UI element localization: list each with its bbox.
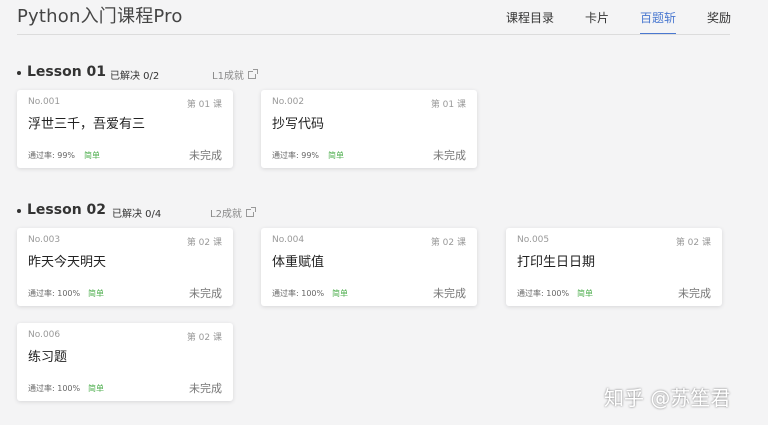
card-pass-rate: 通过率: 99% (28, 151, 76, 160)
card-pass-rate: 通过率: 100% (272, 289, 325, 298)
card-title: 体重赋值 (272, 255, 325, 270)
bullet-icon (17, 71, 21, 75)
card-number: No.003 (28, 235, 61, 245)
lesson-solved-count: 已解决 0/2 (110, 71, 160, 82)
problem-card-001[interactable]: No.001 第 01 课 浮世三千，吾爱有三 通过率: 99% 简单 未完成 (17, 90, 233, 168)
tab-hundred-problems[interactable]: 百题斩 (640, 10, 677, 35)
card-status: 未完成 (189, 287, 222, 300)
card-status: 未完成 (433, 149, 466, 162)
header-divider (17, 34, 730, 35)
card-lesson: 第 01 课 (186, 100, 222, 110)
card-difficulty: 简单 (88, 289, 104, 298)
external-link-icon (245, 207, 256, 217)
card-number: No.002 (272, 97, 305, 107)
watermark-text: 知乎 @苏笙君 (604, 386, 731, 410)
problem-card-003[interactable]: No.003 第 02 课 昨天今天明天 通过率: 100% 简单 未完成 (17, 228, 233, 306)
nav-tabs: 课程目录 卡片 百题斩 奖励 (0, 10, 768, 36)
card-title: 抄写代码 (272, 117, 325, 132)
bullet-icon (17, 209, 21, 213)
card-pass-rate: 通过率: 100% (28, 289, 81, 298)
card-status: 未完成 (189, 382, 222, 395)
tab-cards[interactable]: 卡片 (585, 10, 609, 35)
problem-card-006[interactable]: No.006 第 02 课 练习题 通过率: 100% 简单 未完成 (17, 323, 233, 401)
lesson-02-header: Lesson 02 已解决 0/4 L2成就 (17, 202, 317, 220)
card-number: No.005 (517, 235, 550, 245)
card-difficulty: 简单 (332, 289, 348, 298)
achievement-label: L1成就 (212, 71, 244, 82)
problem-card-002[interactable]: No.002 第 01 课 抄写代码 通过率: 99% 简单 未完成 (261, 90, 477, 168)
card-difficulty: 简单 (88, 384, 104, 393)
card-status: 未完成 (189, 149, 222, 162)
lesson-achievement-link[interactable]: L2成就 (210, 205, 256, 220)
problem-card-004[interactable]: No.004 第 02 课 体重赋值 通过率: 100% 简单 未完成 (261, 228, 477, 306)
card-lesson: 第 02 课 (430, 238, 466, 248)
card-pass-rate: 通过率: 100% (28, 384, 81, 393)
lesson-achievement-link[interactable]: L1成就 (212, 67, 258, 82)
tab-course-catalog[interactable]: 课程目录 (506, 10, 554, 35)
card-pass-rate: 通过率: 100% (517, 289, 570, 298)
lesson-title: Lesson 01 (27, 64, 107, 80)
tab-rewards[interactable]: 奖励 (707, 10, 731, 35)
external-link-icon (247, 69, 258, 79)
card-title: 打印生日日期 (517, 255, 596, 270)
card-difficulty: 简单 (577, 289, 593, 298)
lesson-solved-count: 已解决 0/4 (112, 209, 162, 220)
lesson-01-header: Lesson 01 已解决 0/2 L1成就 (17, 64, 317, 82)
card-lesson: 第 02 课 (675, 238, 711, 248)
card-difficulty: 简单 (328, 151, 344, 160)
card-pass-rate: 通过率: 99% (272, 151, 320, 160)
card-lesson: 第 02 课 (186, 238, 222, 248)
card-title: 昨天今天明天 (28, 255, 107, 270)
lesson-title: Lesson 02 (27, 202, 107, 218)
header: Python入门课程Pro 课程目录 卡片 百题斩 奖励 (0, 0, 768, 36)
card-lesson: 第 02 课 (186, 333, 222, 343)
card-number: No.006 (28, 330, 61, 340)
problem-card-005[interactable]: No.005 第 02 课 打印生日日期 通过率: 100% 简单 未完成 (506, 228, 722, 306)
card-difficulty: 简单 (84, 151, 100, 160)
card-number: No.004 (272, 235, 305, 245)
card-status: 未完成 (678, 287, 711, 300)
card-status: 未完成 (433, 287, 466, 300)
card-number: No.001 (28, 97, 61, 107)
card-lesson: 第 01 课 (430, 100, 466, 110)
card-title: 练习题 (28, 350, 68, 365)
achievement-label: L2成就 (210, 209, 242, 220)
card-title: 浮世三千，吾爱有三 (28, 117, 146, 132)
